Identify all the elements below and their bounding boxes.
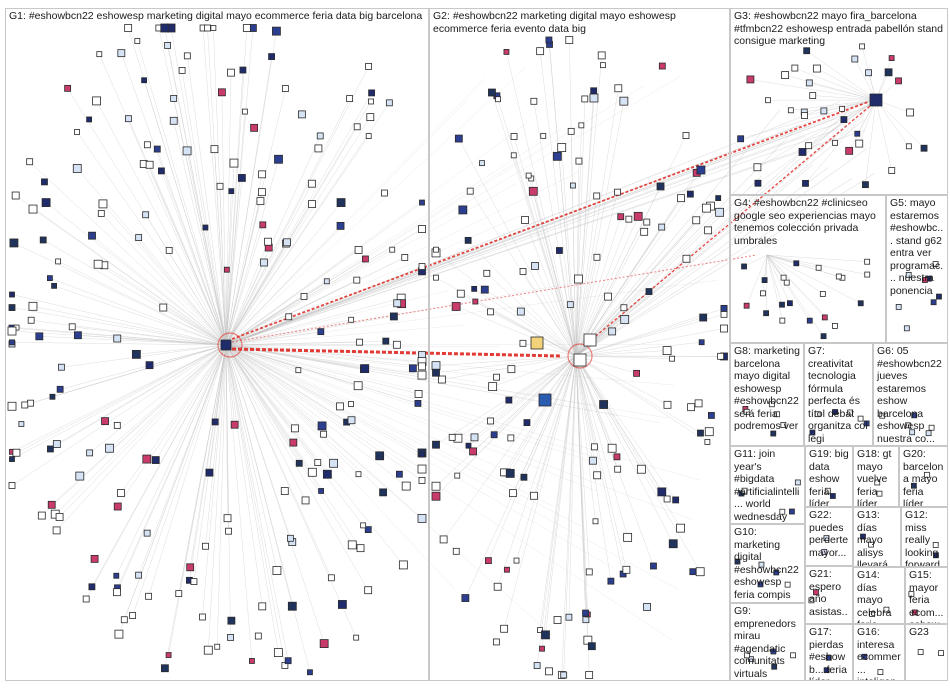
group-panel-g16: G16: interesa ecommer... inteligenc... <box>853 624 905 681</box>
group-label-g1: G1: #eshowbcn22 eshowesp marketing digit… <box>9 10 423 22</box>
group-label-g11: G11: join year's #bigdata #artificialint… <box>734 448 800 523</box>
group-label-g22: G22: puedes perderte mayor... <box>809 509 849 559</box>
group-panel-g20: G20: barcelona mayo feria líder ecomme..… <box>899 446 948 507</box>
group-panel-g21: G21: espero año asistas... <box>805 566 853 624</box>
group-panel-g6: G6: 05 #eshowbcn22 jueves estaremos esho… <box>873 343 948 446</box>
group-panel-g22: G22: puedes perderte mayor... <box>805 507 853 566</box>
group-label-g3: G3: #eshowbcn22 mayo fira_barcelona #tfm… <box>734 10 943 47</box>
group-label-g20: G20: barcelona mayo feria líder ecomme..… <box>903 448 944 507</box>
group-panel-g15: G15: mayor feria ecom... eshow vuelve... <box>905 567 948 624</box>
group-panel-g3: G3: #eshowbcn22 mayo fira_barcelona #tfm… <box>730 8 948 195</box>
group-label-g12: G12: miss really looking forward... <box>905 509 943 567</box>
group-panel-g14: G14: días mayo celebra feria líder... <box>853 567 905 624</box>
group-panel-g17: G17: pierdas #eshowb... feria líder... <box>805 624 853 681</box>
group-label-g2: G2: #eshowbcn22 marketing digital mayo e… <box>433 10 676 35</box>
group-panel-g7: G7: creativitat tecnologia fórmula perfe… <box>804 343 873 446</box>
group-label-g18: G18: gt mayo vuelve feria líder ecomme..… <box>857 448 892 507</box>
group-label-g9: G9: emprenedors mirau #agendatic comunit… <box>734 605 796 680</box>
group-label-g17: G17: pierdas #eshowb... feria líder... <box>809 626 847 680</box>
group-label-g8: G8: marketing barcelona mayo digital esh… <box>734 345 800 432</box>
group-label-g5: G5: mayo estaremos #eshowbc... stand g62… <box>890 197 944 297</box>
group-panel-g8: G8: marketing barcelona mayo digital esh… <box>730 343 804 446</box>
group-label-g15: G15: mayor feria ecom... eshow vuelve... <box>909 569 944 623</box>
group-label-g14: G14: días mayo celebra feria líder... <box>857 569 892 623</box>
group-label-g13: G13: días mayo alisys llevará #eshow... <box>857 509 888 567</box>
group-label-g23: G23 <box>909 626 929 638</box>
group-panel-g9: G9: emprenedors mirau #agendatic comunit… <box>730 603 805 681</box>
group-panel-g10: G10: marketing digital #eshowbcn22 eshow… <box>730 524 805 603</box>
group-panel-g4: G4: #eshowbcn22 #clinicseo google seo ex… <box>730 195 886 343</box>
group-panel-g11: G11: join year's #bigdata #artificialint… <box>730 446 805 524</box>
group-panel-g19: G19: big data eshow feria líder ecomme..… <box>805 446 853 507</box>
group-panel-g18: G18: gt mayo vuelve feria líder ecomme..… <box>853 446 899 507</box>
group-label-g19: G19: big data eshow feria líder ecomme..… <box>809 448 849 507</box>
group-panel-g5: G5: mayo estaremos #eshowbc... stand g62… <box>886 195 948 343</box>
group-panel-g23: G23 <box>905 624 948 681</box>
group-label-g10: G10: marketing digital #eshowbcn22 eshow… <box>734 526 799 602</box>
group-panel-g1: G1: #eshowbcn22 eshowesp marketing digit… <box>5 8 429 681</box>
group-label-g4: G4: #eshowbcn22 #clinicseo google seo ex… <box>734 197 876 247</box>
group-panel-g2: G2: #eshowbcn22 marketing digital mayo e… <box>429 8 730 681</box>
group-label-g16: G16: interesa ecommer... inteligenc... <box>857 626 901 680</box>
group-label-g21: G21: espero año asistas... <box>809 568 848 624</box>
group-panel-g12: G12: miss really looking forward... <box>901 507 948 567</box>
group-label-g7: G7: creativitat tecnologia fórmula perfe… <box>808 345 868 445</box>
group-label-g6: G6: 05 #eshowbcn22 jueves estaremos esho… <box>877 345 942 445</box>
group-panel-g13: G13: días mayo alisys llevará #eshow... <box>853 507 901 567</box>
